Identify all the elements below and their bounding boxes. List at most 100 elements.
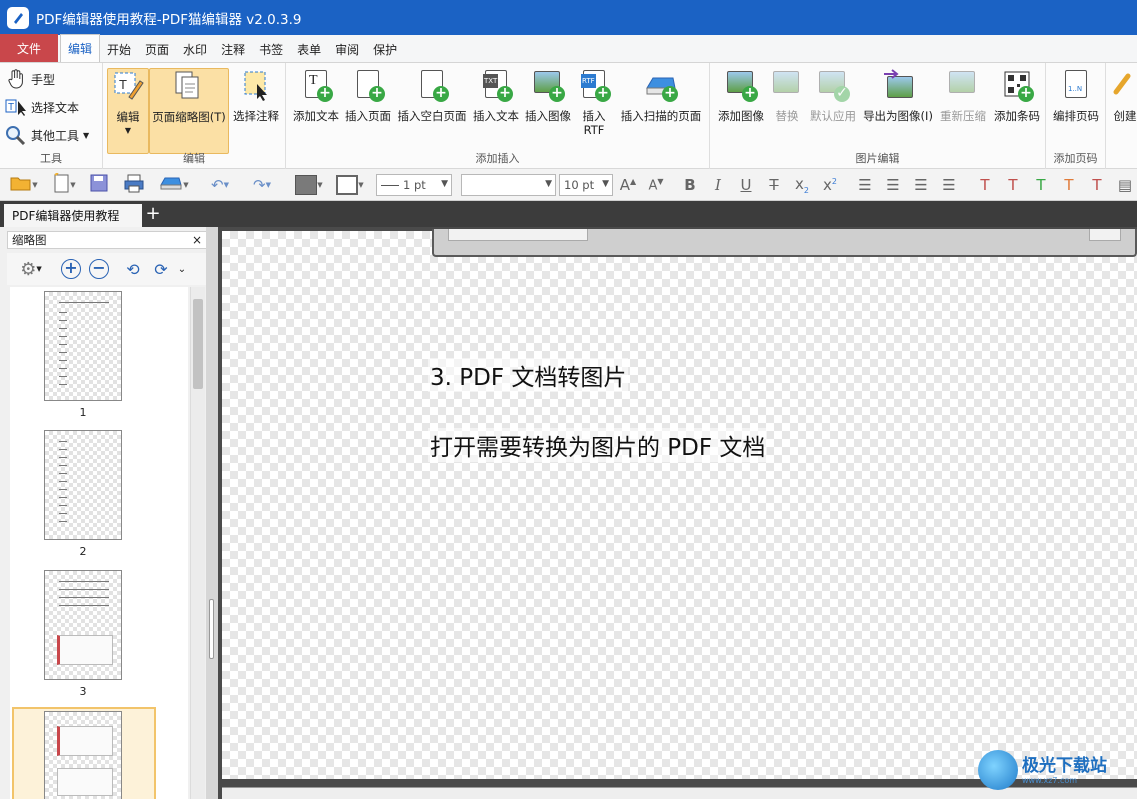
other-tools-button[interactable]: 其他工具 ▼: [5, 123, 89, 147]
align-center-button[interactable]: ☰: [880, 173, 906, 197]
insert-page-icon: +: [351, 68, 385, 102]
font-size-select[interactable]: 10 pt ▼: [559, 174, 613, 196]
file-menu[interactable]: 文件: [0, 34, 58, 62]
font-name-select[interactable]: ▼: [461, 174, 556, 196]
align-left-button[interactable]: ☰: [852, 173, 878, 197]
tab-review[interactable]: 审阅: [328, 36, 366, 62]
redo-button[interactable]: ↷ ▼: [244, 173, 280, 197]
edit-button[interactable]: T 编辑 ▼: [107, 68, 149, 154]
bates-numbering-button[interactable]: 1..N 编排页码: [1049, 68, 1103, 123]
close-icon[interactable]: ×: [192, 232, 202, 248]
default-apply-button[interactable]: ✓ 默认应用: [806, 68, 860, 123]
more-tools-button[interactable]: ▤: [1114, 173, 1136, 197]
new-tab-button[interactable]: +: [145, 205, 161, 223]
body-text[interactable]: 打开需要转换为图片的 PDF 文档: [428, 428, 768, 462]
page-thumbnail[interactable]: [44, 291, 122, 401]
tab-form[interactable]: 表单: [290, 36, 328, 62]
heading-text[interactable]: 3. PDF 文档转图片: [428, 358, 629, 392]
align-right-button[interactable]: ☰: [908, 173, 934, 197]
italic-button[interactable]: I: [706, 173, 730, 197]
select-annotation-button[interactable]: 选择注释: [229, 68, 283, 123]
text-style-2-icon: T: [1008, 176, 1018, 194]
insert-blank-page-button[interactable]: + 插入空白页面: [394, 68, 470, 123]
page-thumbnail[interactable]: [44, 430, 122, 540]
scan-button[interactable]: ▼: [154, 173, 194, 197]
export-image-button[interactable]: 导出为图像(I): [860, 68, 936, 123]
text-style-5-button[interactable]: T: [1084, 173, 1110, 197]
add-barcode-button[interactable]: + 添加条码: [990, 68, 1044, 123]
thumbnail-scrollbar[interactable]: [190, 287, 205, 799]
insert-rtf-button[interactable]: RTF + 插入 RTF: [574, 68, 614, 137]
tab-bookmark[interactable]: 书签: [252, 36, 290, 62]
text-style-3-button[interactable]: T: [1028, 173, 1054, 197]
open-folder-button[interactable]: ▼: [6, 173, 42, 197]
tab-watermark[interactable]: 水印: [176, 36, 214, 62]
strikethrough-button[interactable]: T: [762, 173, 786, 197]
thumbnail-options-button[interactable]: ⚙ ▼: [11, 257, 51, 281]
stroke-color-button[interactable]: ▼: [330, 173, 370, 197]
tab-protect[interactable]: 保护: [366, 36, 404, 62]
insert-scanned-page-button[interactable]: + 插入扫描的页面: [616, 68, 706, 123]
text-style-4-button[interactable]: T: [1056, 173, 1082, 197]
recompress-button[interactable]: 重新压缩: [936, 68, 990, 123]
align-right-icon: ☰: [914, 176, 928, 194]
tab-annotation[interactable]: 注释: [214, 36, 252, 62]
bold-button[interactable]: B: [678, 173, 702, 197]
line-width-value: 1 pt: [403, 178, 426, 192]
replace-button[interactable]: 替换: [768, 68, 806, 123]
fill-color-button[interactable]: ▼: [290, 173, 328, 197]
panel-splitter[interactable]: [206, 227, 218, 799]
page-thumbnail-selected[interactable]: [44, 711, 122, 799]
text-style-1-button[interactable]: T: [972, 173, 998, 197]
print-button[interactable]: [120, 173, 148, 197]
text-style-3-icon: T: [1036, 176, 1046, 194]
insert-image-button[interactable]: + 插入图像: [522, 68, 574, 123]
page-thumbnail-button[interactable]: 页面缩略图(T): [149, 68, 229, 154]
scrollbar-thumb[interactable]: [193, 299, 203, 389]
splitter-grip[interactable]: [209, 599, 214, 659]
tab-start[interactable]: 开始: [100, 36, 138, 62]
document-tab[interactable]: PDF编辑器使用教程: [4, 204, 142, 227]
decrease-font-button[interactable]: A▼: [644, 173, 668, 197]
save-button[interactable]: [86, 173, 112, 197]
thumbnail-panel-header: 缩略图 ×: [7, 231, 207, 249]
zoom-out-button[interactable]: −: [87, 257, 111, 281]
dropdown-arrow-icon: ▼: [358, 181, 364, 189]
zoom-in-icon: +: [61, 259, 81, 279]
tab-edit[interactable]: 编辑: [60, 34, 101, 62]
new-document-button[interactable]: ▼: [46, 172, 82, 197]
justify-button[interactable]: ☰: [936, 173, 962, 197]
rotate-left-button[interactable]: ⟲: [121, 257, 145, 281]
create-button[interactable]: 创建: [1110, 68, 1137, 123]
document-view: 3. PDF 文档转图片 打开需要转换为图片的 PDF 文档: [218, 227, 1137, 799]
page-thumbnail[interactable]: [44, 570, 122, 680]
other-tools-label: 其他工具: [31, 128, 80, 143]
add-image-button[interactable]: + 添加图像: [714, 68, 768, 123]
underline-button[interactable]: U: [734, 173, 758, 197]
insert-text-button[interactable]: TXT + 插入文本: [470, 68, 522, 123]
bates-numbering-label: 编排页码: [1053, 109, 1099, 123]
checklist-icon: ▤: [1117, 176, 1133, 194]
subscript-button[interactable]: x2: [790, 173, 814, 197]
zoom-in-button[interactable]: +: [59, 257, 83, 281]
pages-icon: [172, 69, 206, 103]
rotate-right-icon: ⟳: [154, 259, 168, 279]
document-page: 3. PDF 文档转图片 打开需要转换为图片的 PDF 文档: [222, 229, 1137, 779]
rotate-right-button[interactable]: ⟳: [149, 257, 173, 281]
tab-page[interactable]: 页面: [138, 36, 176, 62]
undo-button[interactable]: ↶ ▼: [202, 173, 238, 197]
increase-font-button[interactable]: A▲: [616, 173, 640, 197]
add-text-button[interactable]: T + 添加文本: [290, 68, 342, 123]
dropdown-arrow-icon: ▼: [36, 265, 42, 273]
blank-page-icon: +: [415, 68, 449, 102]
insert-page-button[interactable]: + 插入页面: [342, 68, 394, 123]
select-text-button[interactable]: T 选择文本: [5, 95, 79, 119]
more-options-button[interactable]: ⌄: [175, 257, 189, 281]
superscript-button[interactable]: x2: [818, 173, 842, 197]
line-width-select[interactable]: 1 pt ▼: [376, 174, 452, 196]
text-style-2-button[interactable]: T: [1000, 173, 1026, 197]
hand-tool-button[interactable]: 手型: [5, 67, 55, 91]
dropdown-arrow-icon: ▼: [124, 126, 132, 135]
embedded-screenshot-image[interactable]: [432, 229, 1137, 257]
txt-file-icon: TXT +: [479, 68, 513, 102]
